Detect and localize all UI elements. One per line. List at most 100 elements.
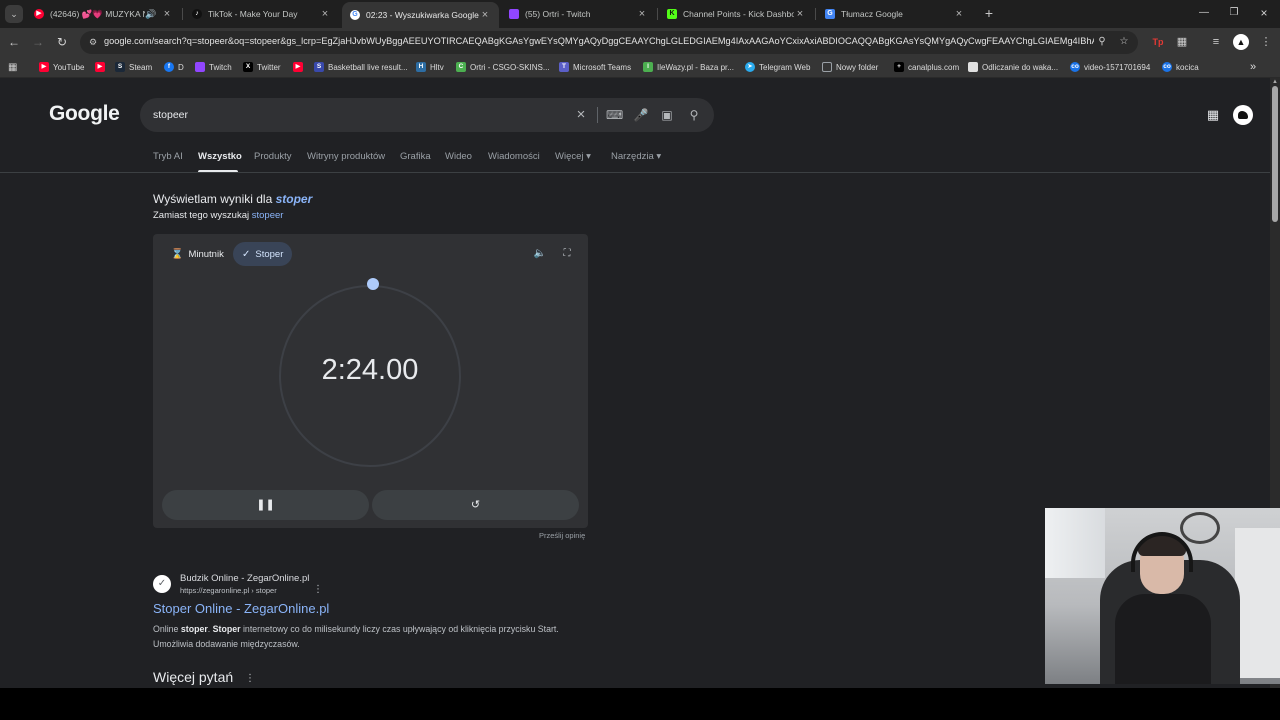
close-tab-icon[interactable]: × xyxy=(794,8,806,20)
corrected-query-link[interactable]: stoper xyxy=(276,192,313,206)
search-icon[interactable]: ⚲ xyxy=(686,107,702,123)
bookmark-twitter[interactable]: X Twitter xyxy=(243,60,281,74)
bookmark-kocica[interactable]: co kocica xyxy=(1162,60,1199,74)
speaker-icon[interactable]: 🔊 xyxy=(145,9,157,20)
tab-ai-mode[interactable]: Tryb AI xyxy=(153,151,183,162)
close-tab-icon[interactable]: × xyxy=(479,9,491,21)
bookmark-hltv[interactable]: H Hltv xyxy=(416,60,444,74)
microphone-icon[interactable]: 🎤 xyxy=(633,107,649,123)
restore-icon[interactable]: ❐ xyxy=(1226,5,1242,21)
webcam-overlay xyxy=(1045,508,1280,684)
bookmark-youtube-2[interactable]: ▶ xyxy=(95,60,109,74)
tab-products[interactable]: Produkty xyxy=(254,151,292,162)
bookmark-ilewazy[interactable]: I IleWazy.pl - Baza pr... xyxy=(643,60,734,74)
bookmark-star-icon[interactable]: ☆ xyxy=(1117,35,1131,49)
lens-icon[interactable]: ▣ xyxy=(659,107,675,123)
tab-tools[interactable]: Narzędzia ▾ xyxy=(611,151,661,162)
scroll-thumb[interactable] xyxy=(1272,86,1278,222)
send-feedback-link[interactable]: Prześlij opinię xyxy=(539,531,585,540)
site-info-icon[interactable]: ⚙ xyxy=(87,36,99,48)
close-window-icon[interactable]: × xyxy=(1256,5,1272,21)
bookmark-canalplus[interactable]: + canalplus.com xyxy=(894,60,959,74)
bookmark-teams[interactable]: T Microsoft Teams xyxy=(559,60,631,74)
bookmark-csgo-skins[interactable]: C Ortri - CSGO-SKINS... xyxy=(456,60,550,74)
bookmark-twitch[interactable]: Twitch xyxy=(195,60,232,74)
reset-button[interactable]: ↺ xyxy=(372,490,579,520)
hourglass-icon: ⌛ xyxy=(171,248,184,260)
forward-icon[interactable]: → xyxy=(30,34,46,50)
bookmark-label: Nowy folder xyxy=(836,62,879,72)
pause-button[interactable]: ❚❚ xyxy=(162,490,369,520)
scroll-up-icon[interactable]: ▲ xyxy=(1270,78,1280,86)
result-url[interactable]: https://zegaronline.pl › stoper xyxy=(180,586,277,595)
more-questions-menu-icon[interactable]: ⋮ xyxy=(245,672,255,686)
close-tab-icon[interactable]: × xyxy=(161,8,173,20)
bookmark-label: Odliczanie do waka... xyxy=(982,62,1059,72)
result-more-icon[interactable]: ⋮ xyxy=(313,584,323,596)
profile-avatar-icon[interactable]: ▲ xyxy=(1233,34,1249,50)
menu-dots-icon[interactable]: ⋮ xyxy=(1258,34,1274,50)
close-tab-icon[interactable]: × xyxy=(636,8,648,20)
tab-twitch[interactable]: (55) Ortri - Twitch × xyxy=(501,2,656,26)
snippet-highlight: Stoper xyxy=(212,624,241,634)
keyboard-icon[interactable]: ⌨ xyxy=(606,107,623,123)
sound-icon[interactable]: 🔈 xyxy=(533,247,547,261)
search-input[interactable]: stopeer xyxy=(153,109,188,121)
bookmark-label: canalplus.com xyxy=(908,62,960,72)
clear-icon[interactable]: × xyxy=(573,107,589,123)
account-avatar[interactable] xyxy=(1233,105,1253,125)
bookmark-youtube[interactable]: ▶ YouTube xyxy=(39,60,84,74)
tab-google-search[interactable]: G 02:23 - Wyszukiwarka Google × xyxy=(342,2,499,28)
bookmark-label: IleWazy.pl - Baza pr... xyxy=(657,62,734,72)
tab-kick[interactable]: K Channel Points - Kick Dashboar × xyxy=(659,2,814,26)
tab-videos[interactable]: Wideo xyxy=(445,151,472,162)
tab-product-sites[interactable]: Witryny produktów xyxy=(307,151,385,162)
stopwatch-mode-button[interactable]: ✓ Stoper xyxy=(233,242,293,266)
timer-label: Minutnik xyxy=(188,248,224,260)
tab-search-button[interactable]: ⌄ xyxy=(5,5,23,23)
google-apps-icon[interactable]: ▦ xyxy=(1205,107,1221,123)
timer-mode-button[interactable]: ⌛ Minutnik xyxy=(162,242,233,266)
close-tab-icon[interactable]: × xyxy=(319,8,331,20)
tab-tiktok[interactable]: ♪ TikTok - Make Your Day × xyxy=(184,2,339,26)
extensions-icon[interactable]: ▦ xyxy=(1174,34,1190,50)
new-tab-icon[interactable]: + xyxy=(981,5,997,21)
bookmark-folder[interactable]: Nowy folder xyxy=(822,60,878,74)
search-box[interactable]: stopeer × ⌨ 🎤 ▣ ⚲ xyxy=(140,98,714,132)
bookmark-facebook[interactable]: fD xyxy=(164,60,184,74)
tab-google-translate[interactable]: G Tłumacz Google × xyxy=(817,2,973,26)
canalplus-icon: + xyxy=(894,62,904,72)
bookmark-video[interactable]: co video-1571701694 xyxy=(1070,60,1150,74)
reload-icon[interactable]: ↻ xyxy=(54,34,70,50)
bookmark-youtube-3[interactable]: ▶ xyxy=(293,60,307,74)
minimize-icon[interactable]: — xyxy=(1196,5,1212,21)
bookmark-basketball[interactable]: S Basketball live result... xyxy=(314,60,408,74)
bookmark-odliczanie[interactable]: Odliczanie do waka... xyxy=(968,60,1058,74)
more-bookmarks-icon[interactable]: » xyxy=(1250,60,1256,74)
hltv-icon: H xyxy=(416,62,426,72)
close-tab-icon[interactable]: × xyxy=(953,8,965,20)
reading-list-icon[interactable]: ≡ xyxy=(1208,34,1224,50)
bookmark-telegram[interactable]: ➤ Telegram Web xyxy=(745,60,810,74)
tab-news[interactable]: Wiadomości xyxy=(488,151,540,162)
extension-tp-icon[interactable]: Tp xyxy=(1150,34,1166,50)
tab-more[interactable]: Więcej ▾ xyxy=(555,151,591,162)
original-query-link[interactable]: stopeer xyxy=(252,210,284,221)
apps-grid-icon[interactable]: ▦ xyxy=(8,60,17,74)
twitch-icon xyxy=(509,9,519,19)
translate-icon: G xyxy=(825,9,835,19)
address-bar[interactable]: ⚙ google.com/search?q=stopeer&oq=stopeer… xyxy=(80,31,1138,54)
fullscreen-icon[interactable]: ⛶ xyxy=(560,247,574,261)
result-site-name[interactable]: Budzik Online - ZegarOnline.pl xyxy=(180,573,309,584)
tab-images[interactable]: Grafika xyxy=(400,151,431,162)
tab-all[interactable]: Wszystko xyxy=(198,151,242,162)
google-icon: G xyxy=(350,10,360,20)
result-title-link[interactable]: Stoper Online - ZegarOnline.pl xyxy=(153,601,329,616)
back-icon[interactable]: ← xyxy=(6,34,22,50)
google-logo[interactable]: Google xyxy=(49,102,120,126)
search-divider xyxy=(597,107,598,123)
bookmark-steam[interactable]: S Steam xyxy=(115,60,152,74)
tab-youtube-music[interactable]: ▶ (42646) 💕💗 MUZYKA NA 🔊 × xyxy=(26,2,181,26)
more-questions-heading: Więcej pytań xyxy=(153,669,234,685)
zoom-icon[interactable]: ⚲ xyxy=(1095,35,1109,49)
